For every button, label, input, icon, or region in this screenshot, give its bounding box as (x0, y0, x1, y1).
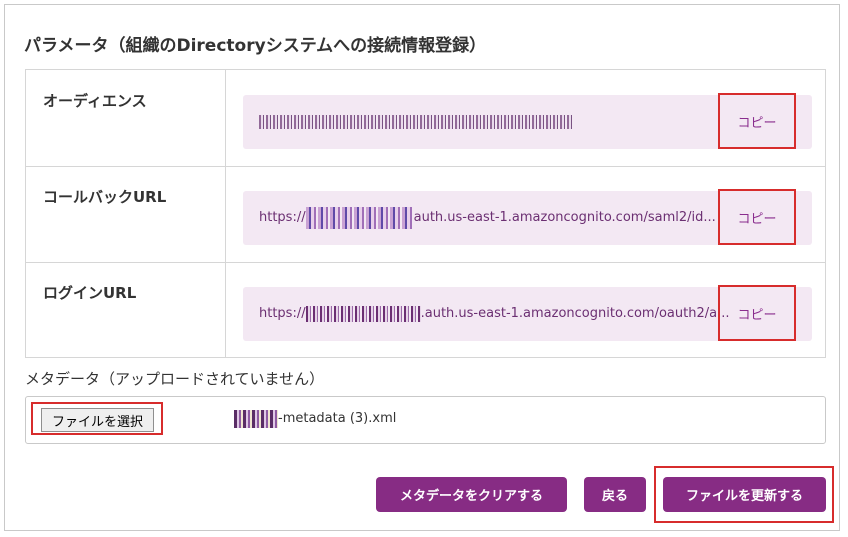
file-name-suffix: -metadata (3).xml (278, 411, 397, 426)
callback-url-value: https:// auth.us-east-1.amazoncognito.com… (259, 191, 729, 245)
url-prefix: https:// (259, 306, 306, 321)
table-row-audience: オーディエンス コピー (26, 70, 825, 167)
copy-audience-button[interactable]: コピー (718, 93, 796, 149)
choose-file-button[interactable]: ファイルを選択 (41, 408, 154, 432)
table-row-login-url: ログインURL https:// .auth.us-east-1.amazonco… (26, 262, 825, 358)
clear-metadata-button[interactable]: メタデータをクリアする (376, 477, 567, 512)
audience-value-box: コピー (243, 93, 812, 149)
section-title: パラメータ（組織のDirectoryシステムへの接続情報登録） (24, 36, 487, 56)
row-label: ログインURL (43, 284, 137, 302)
metadata-file-input: ファイルを選択 -metadata (3).xml (25, 396, 826, 444)
column-divider (225, 166, 226, 262)
row-label: オーディエンス (43, 92, 147, 110)
copy-callback-url-button[interactable]: コピー (718, 189, 796, 245)
redacted-value (305, 206, 414, 229)
column-divider (225, 70, 226, 166)
url-suffix: .auth.us-east-1.amazoncognito.com/oauth2… (420, 306, 729, 321)
table-row-callback-url: コールバックURL https:// auth.us-east-1.amazonc… (26, 166, 825, 263)
copy-login-url-button[interactable]: コピー (718, 285, 796, 341)
selected-file-name: -metadata (3).xml (234, 397, 396, 441)
update-file-button[interactable]: ファイルを更新する (663, 477, 826, 512)
url-prefix: https:// (259, 210, 306, 225)
file-select-highlight: ファイルを選択 (31, 402, 163, 435)
metadata-label: メタデータ（アップロードされていません） (25, 370, 325, 388)
redacted-value (259, 114, 574, 129)
callback-url-value-box: https:// auth.us-east-1.amazoncognito.com… (243, 189, 812, 245)
back-button[interactable]: 戻る (584, 477, 646, 512)
url-suffix: auth.us-east-1.amazoncognito.com/saml2/i… (413, 210, 716, 225)
login-url-value: https:// .auth.us-east-1.amazoncognito.co… (259, 287, 729, 341)
login-url-value-box: https:// .auth.us-east-1.amazoncognito.co… (243, 285, 812, 341)
row-label: コールバックURL (43, 188, 167, 206)
redacted-value (234, 409, 278, 428)
column-divider (225, 262, 226, 358)
parameters-table: オーディエンス コピー コールバックURL https:// auth.us-ea… (25, 69, 826, 358)
redacted-value (305, 305, 421, 322)
audience-value (259, 95, 729, 149)
